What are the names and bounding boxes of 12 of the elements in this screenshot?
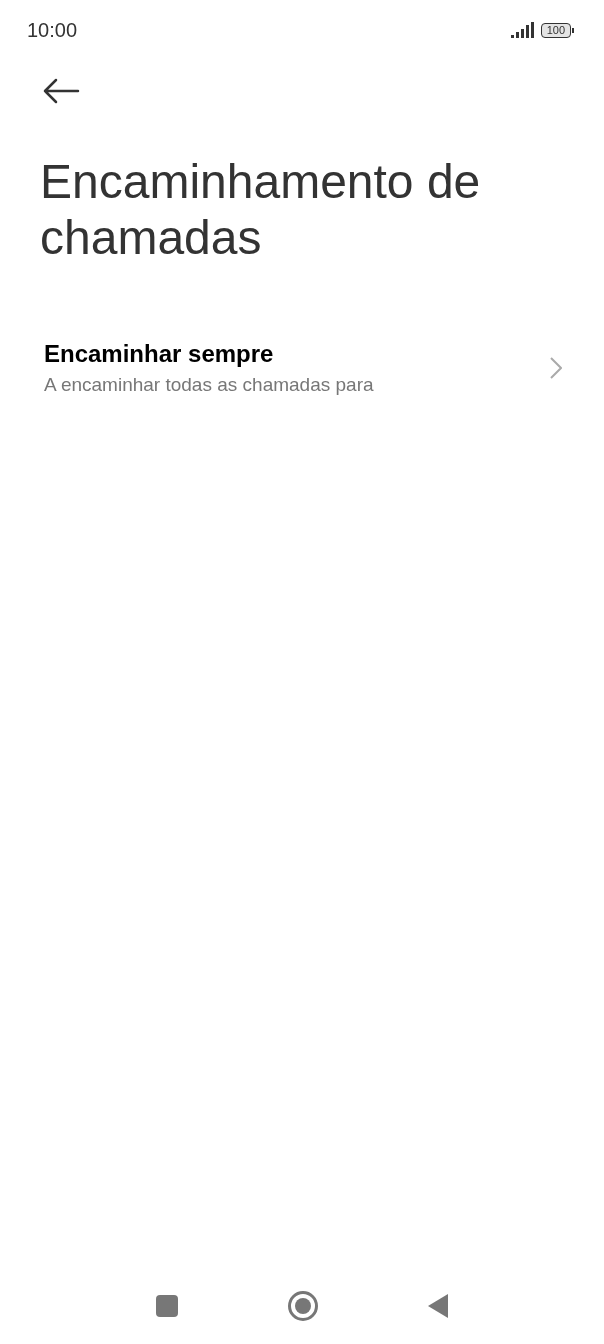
back-nav-button[interactable] — [427, 1293, 449, 1319]
item-title: Encaminhar sempre — [44, 340, 275, 368]
home-button[interactable] — [287, 1290, 319, 1322]
page-title: Encaminhamento de chamadas — [40, 154, 482, 266]
status-time: 10:00 — [27, 18, 78, 42]
signal-icon — [510, 22, 535, 38]
recents-button[interactable] — [155, 1294, 179, 1318]
item-subtitle: A encaminhar todas as chamadas para — [44, 374, 374, 396]
battery-icon: 100 — [540, 22, 574, 38]
chevron-icon — [550, 357, 562, 379]
back-button[interactable] — [42, 78, 80, 104]
settings-item[interactable]: Encaminhar sempre A encaminhar todas as chamadas para — [0, 340, 604, 396]
